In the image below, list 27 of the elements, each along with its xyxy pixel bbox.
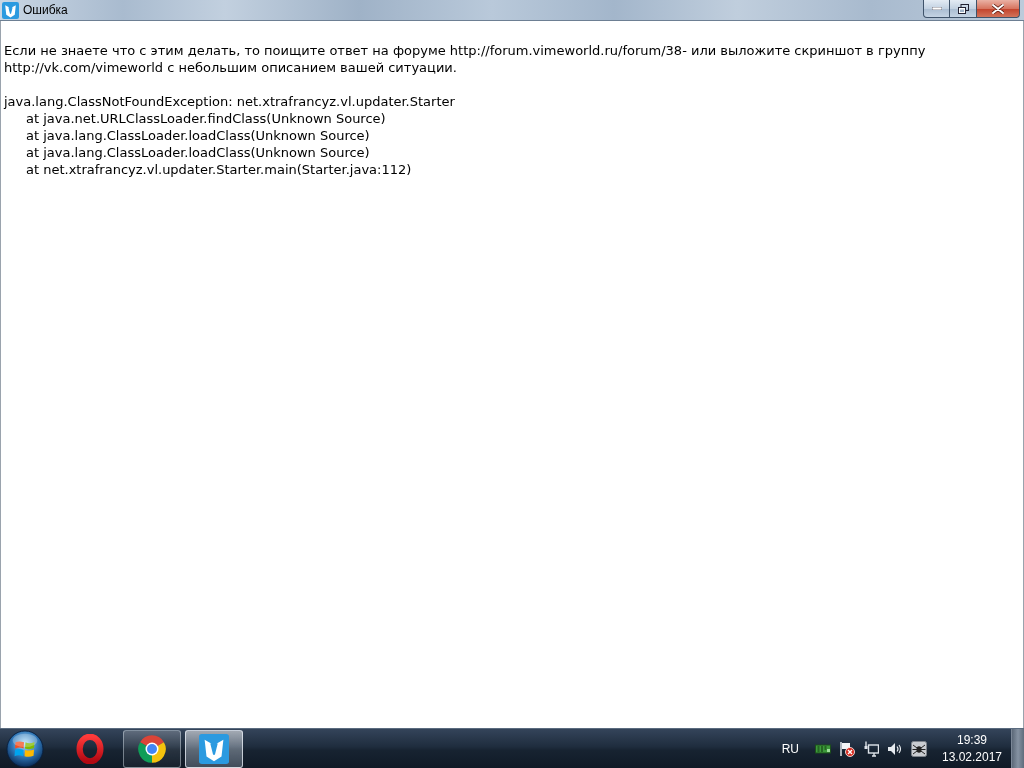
exception-line: java.lang.ClassNotFoundException: net.xtrafrancyz.vl.updater.Starter <box>4 93 456 110</box>
v-logo-icon <box>199 733 229 764</box>
language-indicator[interactable]: RU <box>781 741 799 756</box>
close-button[interactable] <box>977 0 1020 18</box>
clock-time[interactable]: 19:39 <box>957 731 987 749</box>
start-button[interactable] <box>3 728 47 768</box>
taskbar-app-button[interactable] <box>185 729 243 768</box>
error-message: Если не знаете что с этим делать, то поищите ответ на форуме http://forum.vimeworld.ru/forum/38- или выложите скриншот в группу http://vk.com/vimeworld с небольшим описанием вашей ситуации. <box>4 42 927 76</box>
stack-trace-line: at java.lang.ClassLoader.loadClass(Unknown Source) <box>25 127 371 144</box>
ring-icon <box>75 733 105 764</box>
minimize-icon <box>931 7 942 10</box>
restore-button[interactable] <box>950 0 977 18</box>
stack-trace-line: at java.net.URLClassLoader.findClass(Unknown Source) <box>25 110 387 127</box>
spider-icon[interactable] <box>911 740 927 757</box>
stack-trace-line: at net.xtrafrancyz.vl.updater.Starter.main(Starter.java:112) <box>25 161 413 178</box>
taskbar-app-button[interactable] <box>123 729 181 768</box>
close-icon <box>992 3 1004 14</box>
restore-icon <box>957 3 969 14</box>
flag-orb-icon <box>6 729 44 768</box>
wheel-icon <box>137 733 167 764</box>
clock-date[interactable]: 13.02.2017 <box>941 748 1003 766</box>
network-icon[interactable] <box>863 740 879 757</box>
window-title: Ошибка <box>23 3 68 17</box>
minimize-button[interactable] <box>923 0 950 18</box>
flag-icon[interactable] <box>839 740 855 757</box>
stack-trace-line: at java.lang.ClassLoader.loadClass(Unknown Source) <box>25 144 371 161</box>
v-logo-icon <box>2 1 19 19</box>
